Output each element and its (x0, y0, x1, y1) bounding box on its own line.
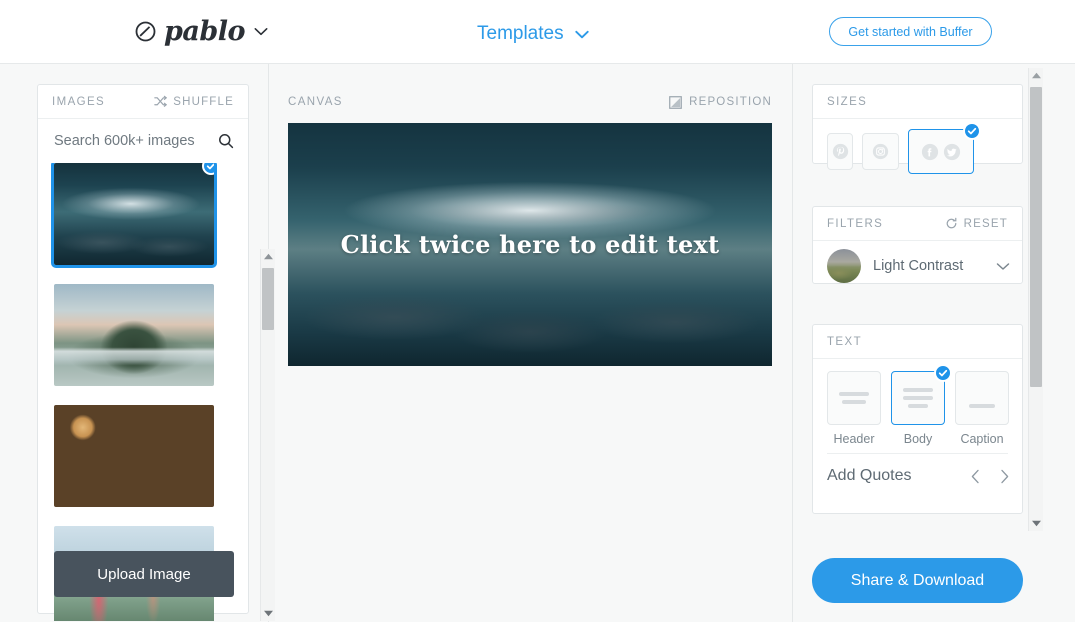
sizes-panel-title: SIZES (827, 95, 868, 108)
pablo-logo[interactable]: pablo (134, 18, 268, 45)
upload-image-button[interactable]: Upload Image (54, 551, 234, 597)
right-panel-scrollbar[interactable] (1028, 68, 1043, 531)
images-panel-title: IMAGES (52, 95, 106, 108)
right-scrollbar-track[interactable] (1029, 83, 1043, 516)
size-option-pinterest[interactable] (827, 133, 853, 170)
text-style-body-label: Body (903, 432, 933, 446)
get-started-with-buffer-button[interactable]: Get started with Buffer (829, 17, 992, 46)
triangle-down-icon[interactable] (263, 606, 274, 621)
preview-bar (839, 392, 869, 396)
right-column-divider (792, 64, 793, 622)
right-scrollbar-thumb[interactable] (1030, 87, 1042, 387)
text-style-body-thumb (891, 364, 952, 425)
chevron-down-icon[interactable] (996, 262, 1010, 271)
preview-bar (903, 388, 933, 392)
pinterest-icon (832, 143, 849, 160)
pablo-circle-slash-icon (134, 20, 157, 43)
sizes-panel-header: SIZES (813, 85, 1022, 119)
text-panel-title: TEXT (827, 335, 862, 348)
twitter-icon (943, 143, 961, 161)
text-style-header[interactable]: Header (827, 371, 881, 446)
facebook-twitter-icon (921, 143, 939, 161)
app-header: pablo Templates Get started with Buffer (0, 0, 1075, 64)
instagram-icon (872, 143, 889, 160)
shuffle-icon (154, 95, 168, 108)
text-style-header-thumb (827, 371, 881, 425)
canvas-panel-header: CANVAS REPOSITION (288, 93, 772, 111)
filter-selector[interactable]: Light Contrast (813, 241, 1022, 283)
search-input[interactable] (54, 133, 214, 149)
templates-label: Templates (477, 23, 564, 44)
selected-check-badge (934, 364, 952, 382)
text-panel-header: TEXT (813, 325, 1022, 359)
text-style-header-label: Header (833, 432, 875, 446)
canvas-title: CANVAS (288, 96, 343, 108)
images-scrollbar[interactable] (260, 249, 275, 621)
image-thumbnail-foggy-mountain-lake[interactable] (54, 284, 214, 386)
sizes-panel: SIZES (812, 84, 1023, 174)
reset-label: RESET (963, 217, 1008, 230)
add-quotes-row: Add Quotes (827, 467, 1010, 485)
logo-text: pablo (164, 16, 246, 47)
filters-panel-header: FILTERS RESET (813, 207, 1022, 241)
share-and-download-button[interactable]: Share & Download (812, 558, 1023, 603)
images-panel-header: IMAGES SHUFFLE (38, 85, 248, 119)
filters-panel-title: FILTERS (827, 217, 884, 230)
search-icon[interactable] (218, 133, 234, 149)
chevron-down-icon (252, 27, 268, 36)
reset-circular-arrow-icon (945, 217, 958, 230)
add-quotes-label[interactable]: Add Quotes (827, 467, 912, 485)
filter-name: Light Contrast (873, 258, 964, 274)
sizes-options (813, 119, 1022, 174)
text-style-caption[interactable]: Caption (955, 371, 1009, 446)
quotes-navigation (970, 469, 1010, 484)
text-style-caption-label: Caption (960, 432, 1004, 446)
preview-bar (903, 396, 933, 400)
right-column: SIZES FILTERS RESET Light Contrast TEXT … (812, 64, 1075, 622)
preview-bar (969, 404, 995, 408)
shuffle-label: SHUFFLE (173, 95, 234, 108)
canvas-editable-text[interactable]: Click twice here to edit text (341, 230, 720, 259)
triangle-up-icon[interactable] (1031, 68, 1042, 83)
image-search-row (38, 119, 248, 163)
reposition-label: REPOSITION (689, 96, 772, 108)
shuffle-button[interactable]: SHUFFLE (154, 95, 234, 108)
preview-bar (842, 400, 866, 404)
triangle-up-icon[interactable] (263, 249, 274, 264)
preview-bar (908, 404, 928, 408)
filters-panel: FILTERS RESET Light Contrast (812, 206, 1023, 284)
reposition-button[interactable]: REPOSITION (669, 95, 772, 109)
chevron-down-icon (573, 30, 589, 39)
triangle-down-icon[interactable] (1031, 516, 1042, 531)
templates-menu[interactable]: Templates (477, 23, 589, 45)
size-option-facebook-twitter[interactable] (908, 122, 981, 174)
image-thumbnail-storm-clouds-from-above[interactable] (51, 163, 217, 268)
chevron-left-icon[interactable] (970, 469, 981, 484)
reset-filters-button[interactable]: RESET (945, 217, 1008, 230)
image-thumbnail-stacked-cut-logs[interactable] (54, 405, 214, 507)
text-style-options: Header Body Caption (813, 359, 1022, 446)
images-scrollbar-track[interactable] (261, 264, 275, 606)
chevron-right-icon[interactable] (999, 469, 1010, 484)
selected-check-badge (202, 163, 214, 175)
size-option-instagram[interactable] (862, 133, 899, 170)
text-style-body[interactable]: Body (891, 364, 952, 446)
images-panel: IMAGES SHUFFLE Search 600k+ images Uploa… (37, 84, 275, 621)
canvas[interactable]: Click twice here to edit text (288, 123, 772, 366)
filter-preview-thumbnail (827, 249, 861, 283)
reposition-square-icon (669, 95, 682, 109)
quotes-divider (827, 453, 1008, 454)
text-style-caption-thumb (955, 371, 1009, 425)
text-panel: TEXT Header Body Caption Add Quotes (812, 324, 1023, 514)
images-scrollbar-thumb[interactable] (262, 268, 274, 330)
selected-check-badge (963, 122, 981, 140)
